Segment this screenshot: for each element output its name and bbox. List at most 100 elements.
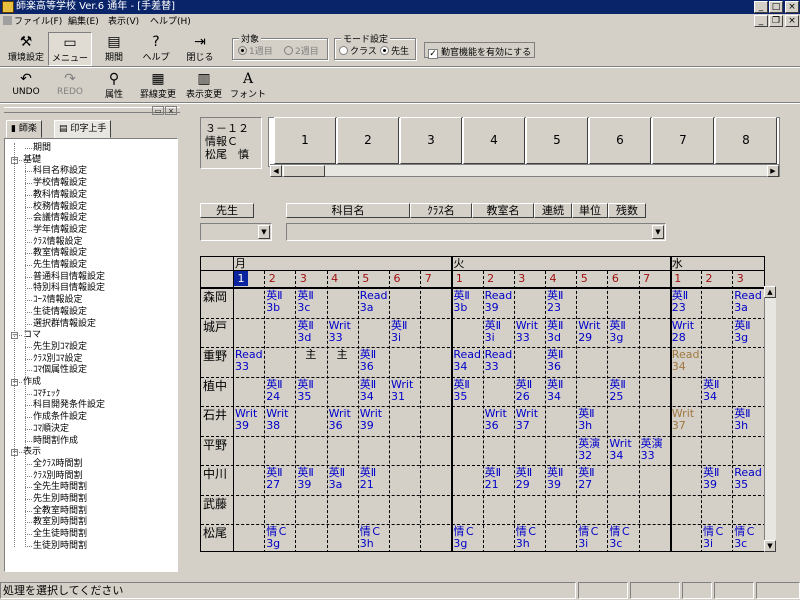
period-button-6[interactable]: 6 <box>589 117 651 164</box>
teacher-radio[interactable]: 先生 <box>380 44 409 57</box>
timetable-cell[interactable]: 英Ⅱ 36 <box>547 349 563 373</box>
teacher-name[interactable]: 武藤 <box>203 497 233 511</box>
tree-item-18[interactable]: ｸﾗｽ別ｺﾏ設定 <box>33 354 83 365</box>
timetable-cell[interactable]: 英Ⅱ 35 <box>453 378 469 403</box>
menu-help[interactable]: ヘルプ(H) <box>150 16 191 29</box>
tree-item-17[interactable]: 先生別ｺﾏ設定 <box>33 342 87 353</box>
period-button[interactable]: ▤ 期間 <box>92 32 136 66</box>
timetable-cell[interactable]: 英Ⅱ 23 <box>672 290 688 314</box>
tree-item-22[interactable]: 科目開発条件設定 <box>33 400 105 411</box>
attribute-button[interactable]: ⚲ 属性 <box>92 69 136 103</box>
tab-print[interactable]: ▤ 印字上手 <box>54 120 112 138</box>
timetable-cell[interactable]: 英Ⅱ 3h <box>578 408 594 432</box>
scroll-down-icon[interactable]: ▼ <box>764 540 776 552</box>
timetable-cell[interactable]: 英Ⅱ 25 <box>609 378 625 403</box>
menu-edit[interactable]: 編集(E) <box>68 16 99 29</box>
timetable-cell[interactable]: 英Ⅱ 3c <box>297 290 313 314</box>
title-bar[interactable]: 師楽高等学校 Ver.6 通年 - [手差替] _ □ × <box>0 0 800 14</box>
week2-radio[interactable]: 2週目 <box>284 44 319 57</box>
maximize-icon[interactable]: □ <box>769 1 783 13</box>
tree-item-29[interactable]: 全先生時間割 <box>33 482 87 493</box>
timetable-cell[interactable]: 英Ⅱ 3b <box>266 290 282 314</box>
timetable-cell[interactable]: 英Ⅱ 3h <box>734 408 750 432</box>
tree-item-0[interactable]: 期間 <box>33 143 51 154</box>
timetable-cell[interactable]: 情Ｃ 3i <box>578 526 600 550</box>
timetable-cell[interactable]: 英Ⅱ 34 <box>547 378 563 403</box>
teacher-name[interactable]: 重野 <box>203 349 233 363</box>
tree-item-10[interactable]: 先生情報設定 <box>33 260 87 271</box>
timetable-cell[interactable]: 英Ⅱ 39 <box>547 467 563 491</box>
tree-item-27[interactable]: 全ｸﾗｽ時間割 <box>33 459 83 470</box>
tree-item-24[interactable]: ｺﾏ順決定 <box>33 424 69 435</box>
tree-item-5[interactable]: 校務情報設定 <box>33 202 87 213</box>
timetable-cell[interactable]: 英Ⅱ 29 <box>516 467 532 491</box>
font-button[interactable]: A フォント <box>226 69 270 103</box>
menu-file[interactable]: ファイル(F) <box>3 16 62 29</box>
minimize-icon[interactable]: _ <box>754 1 768 13</box>
tree-item-3[interactable]: 学校情報設定 <box>33 178 87 189</box>
timetable-cell[interactable]: 主 <box>329 349 348 361</box>
tree-item-12[interactable]: 特別科目情報設定 <box>33 283 105 294</box>
timetable-cell[interactable]: 英Ⅱ 3g <box>734 319 750 344</box>
timetable-cell[interactable]: Writ 28 <box>672 319 694 344</box>
scroll-up-icon[interactable]: ▲ <box>764 286 776 298</box>
timetable-cell[interactable]: 情Ｃ 3h <box>516 526 538 550</box>
teacher-name[interactable]: 中川 <box>203 467 233 481</box>
timetable-cell[interactable]: 英Ⅱ 39 <box>703 467 719 491</box>
timetable-cell[interactable]: Writ 34 <box>609 437 631 462</box>
tree-item-9[interactable]: 教室情報設定 <box>33 248 87 259</box>
timetable-cell[interactable]: 英Ⅱ 35 <box>297 378 313 403</box>
scroll-thumb[interactable] <box>283 165 325 177</box>
timetable-cell[interactable]: 情Ｃ 3c <box>609 526 631 550</box>
timetable-cell[interactable]: Read 34 <box>453 349 481 373</box>
tree-item-32[interactable]: 教室別時間割 <box>33 517 87 528</box>
tree-item-33[interactable]: 全生徒時間割 <box>33 529 87 540</box>
tree-item-21[interactable]: ｺﾏﾁｪｯｸ <box>33 389 60 400</box>
timetable-cell[interactable]: Writ 37 <box>672 408 694 432</box>
timetable-cell[interactable]: Writ 36 <box>329 408 351 432</box>
panel-restore-icon[interactable]: ▭ <box>152 106 164 115</box>
timetable-cell[interactable]: 英Ⅱ 26 <box>516 378 532 403</box>
teacher-name[interactable]: 松尾 <box>203 526 233 540</box>
menu-button[interactable]: ▭ メニュー <box>48 32 92 66</box>
teacher-name[interactable]: 森岡 <box>203 290 233 304</box>
mdi-minimize-icon[interactable]: _ <box>754 15 768 27</box>
teacher-name[interactable]: 植中 <box>203 379 233 393</box>
period-button-4[interactable]: 4 <box>463 117 525 164</box>
timetable-cell[interactable]: 英Ⅱ 3d <box>547 319 563 344</box>
tree-item-15[interactable]: 選択群情報設定 <box>33 319 96 330</box>
mdi-restore-icon[interactable]: ❐ <box>769 15 783 27</box>
timetable-cell[interactable]: Writ 39 <box>360 408 382 432</box>
timetable-cell[interactable]: 情Ｃ 3c <box>734 526 756 550</box>
timetable-cell[interactable]: Read 33 <box>235 349 263 373</box>
tree-item-19[interactable]: ｺﾏ個属性設定 <box>33 365 87 376</box>
timetable-cell[interactable]: 英Ⅱ 34 <box>703 378 719 403</box>
tree-item-23[interactable]: 作成条件設定 <box>33 412 87 423</box>
tree-item-2[interactable]: 科目名称設定 <box>33 166 87 177</box>
timetable-cell[interactable]: Writ 38 <box>266 408 288 432</box>
tree-item-8[interactable]: ｸﾗｽ情報設定 <box>33 237 83 248</box>
timetable-cell[interactable]: 英Ⅱ 3d <box>297 319 313 344</box>
timetable-cell[interactable]: 情Ｃ 3g <box>266 526 288 550</box>
teacher-name[interactable]: 平野 <box>203 438 233 452</box>
timetable-cell[interactable]: Writ 36 <box>485 408 507 432</box>
timetable-cell[interactable]: Writ 39 <box>235 408 257 432</box>
tree-item-25[interactable]: 時間割作成 <box>33 436 78 447</box>
env-settings-button[interactable]: ⚒ 環境設定 <box>4 32 48 66</box>
period-button-1[interactable]: 1 <box>274 117 336 164</box>
timetable-cell[interactable]: Read 35 <box>734 467 762 491</box>
timetable-cell[interactable]: 情Ｃ 3g <box>453 526 475 550</box>
timetable-cell[interactable]: Read 33 <box>485 349 513 373</box>
timetable-cell[interactable]: 英Ⅱ 27 <box>266 467 282 491</box>
close-window-icon[interactable]: × <box>785 1 799 13</box>
tree-item-4[interactable]: 教科情報設定 <box>33 190 87 201</box>
timetable-cell[interactable]: Read 34 <box>672 349 700 373</box>
tree-item-6[interactable]: 会議情報設定 <box>33 213 87 224</box>
period-button-8[interactable]: 8 <box>715 117 777 164</box>
week1-radio[interactable]: 1週目 <box>238 44 273 57</box>
tree-item-34[interactable]: 生徒別時間割 <box>33 541 87 552</box>
timetable-cell[interactable]: 英Ⅱ 24 <box>266 378 282 403</box>
timetable-cell[interactable]: 主 <box>297 349 316 361</box>
timetable-cell[interactable]: Writ 33 <box>329 319 351 344</box>
help-button[interactable]: ? ヘルプ <box>134 32 178 66</box>
